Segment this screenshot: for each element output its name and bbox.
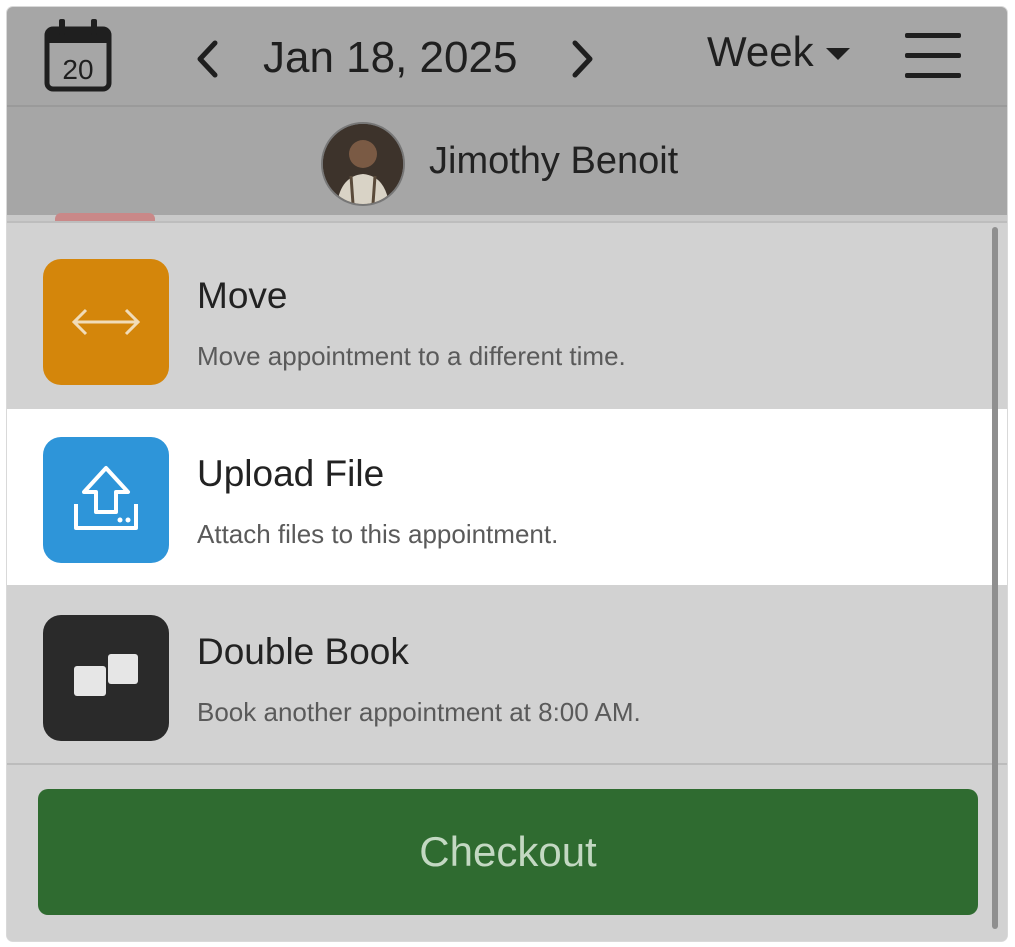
calendar-day-number: 20: [62, 54, 93, 85]
app-frame: 20 Jan 18, 2025 Week Jimothy Benoit Move…: [7, 7, 1007, 941]
next-date-button[interactable]: [563, 37, 603, 81]
hamburger-menu-button[interactable]: [905, 29, 963, 81]
action-title: Move: [197, 275, 288, 316]
action-double-book[interactable]: Double Book Book another appointment at …: [7, 587, 1007, 763]
menu-line: [905, 33, 961, 38]
upload-icon: [43, 437, 169, 563]
calendar-icon[interactable]: 20: [43, 17, 113, 93]
checkout-button[interactable]: Checkout: [38, 789, 978, 915]
action-sheet: Move Move appointment to a different tim…: [7, 221, 1007, 941]
view-selector[interactable]: Week: [707, 27, 850, 77]
staff-name: Jimothy Benoit: [429, 140, 679, 182]
action-title: Double Book: [197, 631, 409, 672]
avatar[interactable]: [321, 122, 405, 206]
menu-line: [905, 73, 961, 78]
staff-bar: Jimothy Benoit: [7, 107, 1007, 215]
double-book-icon: [43, 615, 169, 741]
action-move[interactable]: Move Move appointment to a different tim…: [7, 231, 1007, 407]
divider: [7, 763, 1007, 765]
action-description: Book another appointment at 8:00 AM.: [197, 697, 641, 727]
action-upload-file[interactable]: Upload File Attach files to this appoint…: [7, 409, 1007, 585]
menu-line: [905, 53, 961, 58]
caret-down-icon: [825, 48, 850, 60]
scrollbar[interactable]: [992, 227, 998, 929]
arrow-left-right-icon: [43, 259, 169, 385]
action-title: Upload File: [197, 453, 385, 494]
view-selector-label: Week: [707, 28, 814, 75]
top-navigation-bar: 20 Jan 18, 2025 Week: [7, 7, 1007, 107]
action-description: Move appointment to a different time.: [197, 341, 626, 371]
previous-date-button[interactable]: [187, 37, 227, 81]
chevron-left-icon: [197, 40, 218, 78]
current-date[interactable]: Jan 18, 2025: [263, 31, 543, 85]
chevron-right-icon: [572, 40, 593, 78]
action-description: Attach files to this appointment.: [197, 519, 559, 549]
